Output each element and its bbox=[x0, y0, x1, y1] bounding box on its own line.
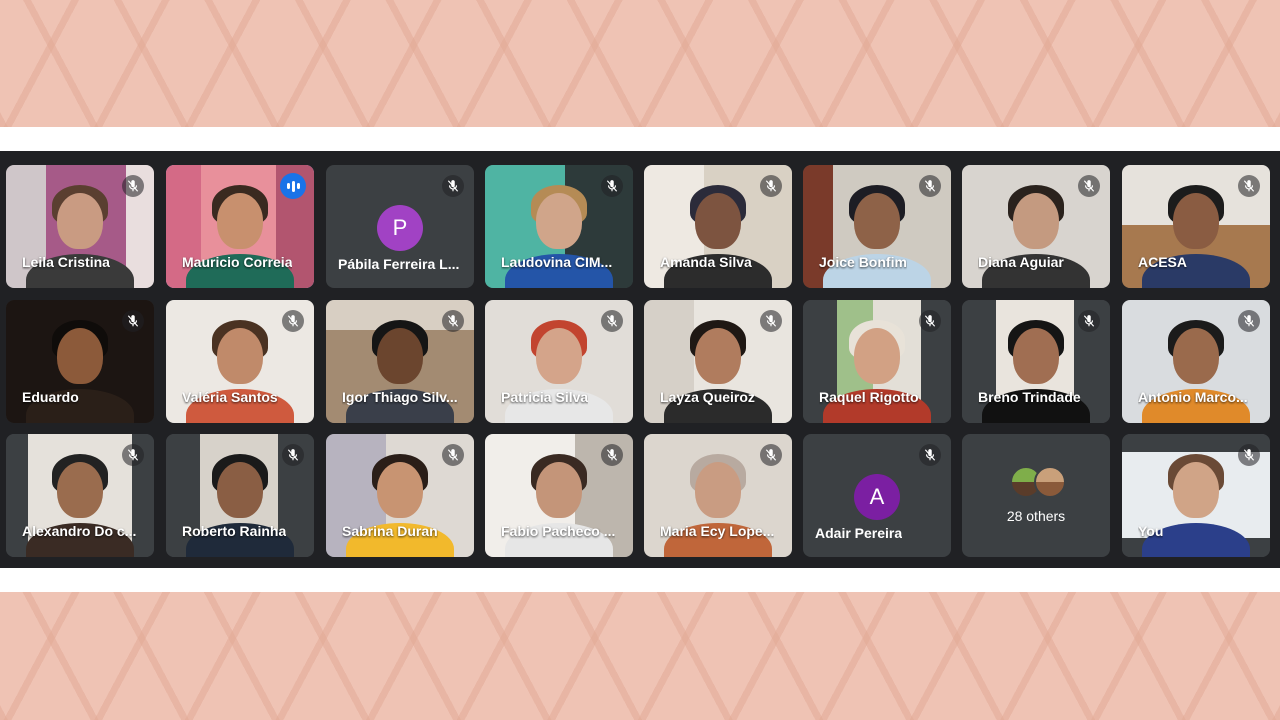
mic-off-icon bbox=[1238, 175, 1260, 197]
participant-name: Alexandro Do c... bbox=[22, 523, 137, 539]
mic-off-icon bbox=[442, 310, 464, 332]
participant-name: You bbox=[1138, 523, 1164, 539]
participant-tile[interactable]: Antonio Marco... bbox=[1122, 300, 1270, 423]
decorative-pattern-bottom bbox=[0, 592, 1280, 720]
avatar: A bbox=[854, 474, 900, 520]
audio-level-icon bbox=[280, 173, 306, 199]
participant-tile[interactable]: P Pábila Ferreira L... bbox=[326, 165, 474, 288]
mic-off-icon bbox=[919, 175, 941, 197]
others-tile[interactable]: 28 others bbox=[962, 434, 1110, 557]
mic-off-icon bbox=[760, 175, 782, 197]
participant-name: Fabio Pacheco ... bbox=[501, 523, 616, 539]
mic-off-icon bbox=[122, 310, 144, 332]
participant-tile[interactable]: Layza Queiroz bbox=[644, 300, 792, 423]
mic-off-icon bbox=[1238, 310, 1260, 332]
participant-name: Raquel Rigotto bbox=[819, 389, 919, 405]
meeting-grid: Leila Cristina Mauricio Correia P Pábila… bbox=[0, 151, 1280, 568]
mic-off-icon bbox=[601, 310, 623, 332]
mic-off-icon bbox=[919, 444, 941, 466]
participant-tile[interactable]: Alexandro Do c... bbox=[6, 434, 154, 557]
avatar: P bbox=[377, 205, 423, 251]
participant-tile[interactable]: Raquel Rigotto bbox=[803, 300, 951, 423]
participant-tile[interactable]: Laudovina CIM... bbox=[485, 165, 633, 288]
participant-tile[interactable]: A Adair Pereira bbox=[803, 434, 951, 557]
participant-tile[interactable]: Breno Trindade bbox=[962, 300, 1110, 423]
mic-off-icon bbox=[919, 310, 941, 332]
participant-name: Diana Aguiar bbox=[978, 254, 1064, 270]
others-count-label: 28 others bbox=[1006, 508, 1066, 524]
mic-off-icon bbox=[601, 175, 623, 197]
participant-name: Antonio Marco... bbox=[1138, 389, 1248, 405]
participant-tile[interactable]: Patricia Silva bbox=[485, 300, 633, 423]
participant-name: Breno Trindade bbox=[978, 389, 1081, 405]
mic-off-icon bbox=[760, 444, 782, 466]
mic-off-icon bbox=[1078, 175, 1100, 197]
mic-off-icon bbox=[122, 175, 144, 197]
self-tile[interactable]: You bbox=[1122, 434, 1270, 557]
participant-name: Pábila Ferreira L... bbox=[338, 256, 460, 272]
others-avatars bbox=[1010, 466, 1066, 498]
avatar bbox=[1034, 466, 1066, 498]
participant-tile[interactable]: ACESA bbox=[1122, 165, 1270, 288]
participant-name: Mauricio Correia bbox=[182, 254, 293, 270]
participant-tile[interactable]: Diana Aguiar bbox=[962, 165, 1110, 288]
participant-name: Igor Thiago Silv... bbox=[342, 389, 458, 405]
participant-tile[interactable]: Joice Bonfim bbox=[803, 165, 951, 288]
participant-tile-active-speaker[interactable]: Mauricio Correia bbox=[166, 165, 314, 288]
decorative-pattern-top bbox=[0, 0, 1280, 127]
mic-off-icon bbox=[282, 444, 304, 466]
mic-off-icon bbox=[760, 310, 782, 332]
participant-tile[interactable]: Amanda Silva bbox=[644, 165, 792, 288]
participant-name: Patricia Silva bbox=[501, 389, 589, 405]
participant-name: Layza Queiroz bbox=[660, 389, 755, 405]
mic-off-icon bbox=[601, 444, 623, 466]
mic-off-icon bbox=[122, 444, 144, 466]
participant-name: Eduardo bbox=[22, 389, 79, 405]
participant-name: Maria Ecy Lope... bbox=[660, 523, 775, 539]
participant-name: Valéria Santos bbox=[182, 389, 278, 405]
mic-off-icon bbox=[442, 175, 464, 197]
participant-tile[interactable]: Maria Ecy Lope... bbox=[644, 434, 792, 557]
participant-tile[interactable]: Valéria Santos bbox=[166, 300, 314, 423]
participant-tile[interactable]: Leila Cristina bbox=[6, 165, 154, 288]
frame-strip-bottom bbox=[0, 568, 1280, 592]
participant-tile[interactable]: Sabrina Duran bbox=[326, 434, 474, 557]
participant-name: Adair Pereira bbox=[815, 525, 903, 541]
mic-off-icon bbox=[282, 310, 304, 332]
participant-tile[interactable]: Igor Thiago Silv... bbox=[326, 300, 474, 423]
frame-strip-top bbox=[0, 127, 1280, 151]
participant-name: Joice Bonfim bbox=[819, 254, 907, 270]
participant-name: Laudovina CIM... bbox=[501, 254, 613, 270]
participant-name: Leila Cristina bbox=[22, 254, 110, 270]
participant-tile[interactable]: Roberto Rainha bbox=[166, 434, 314, 557]
mic-off-icon bbox=[1078, 310, 1100, 332]
participant-name: Roberto Rainha bbox=[182, 523, 287, 539]
mic-off-icon bbox=[1238, 444, 1260, 466]
mic-off-icon bbox=[442, 444, 464, 466]
participant-name: ACESA bbox=[1138, 254, 1188, 270]
participant-tile[interactable]: Fabio Pacheco ... bbox=[485, 434, 633, 557]
participant-tile[interactable]: Eduardo bbox=[6, 300, 154, 423]
participant-name: Sabrina Duran bbox=[342, 523, 438, 539]
participant-name: Amanda Silva bbox=[660, 254, 752, 270]
